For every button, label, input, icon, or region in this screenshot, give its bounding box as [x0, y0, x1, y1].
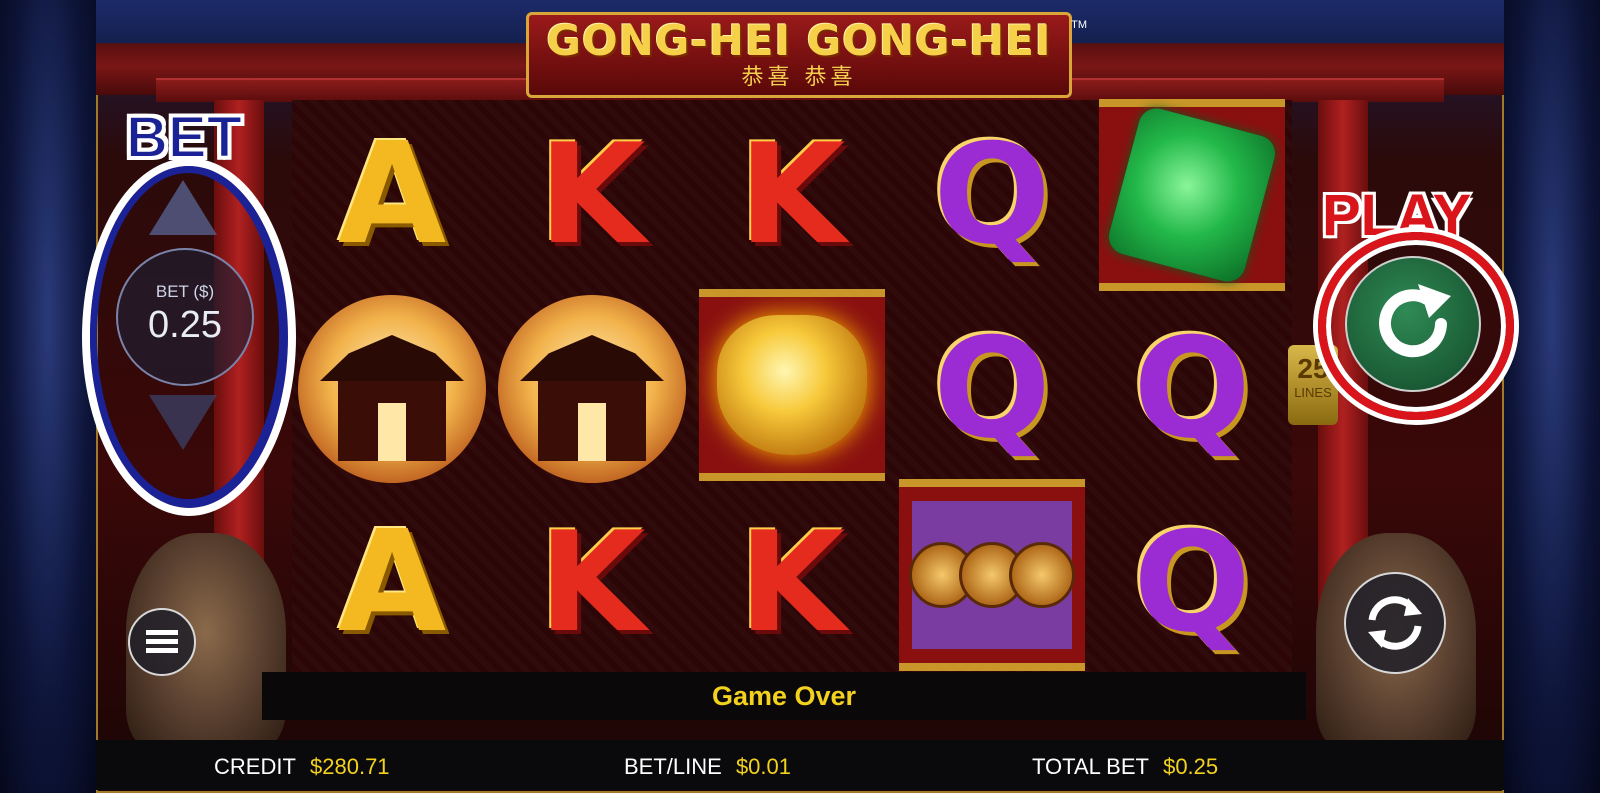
reel-4-symbol-1: Q: [892, 100, 1092, 290]
spin-button[interactable]: [1345, 256, 1481, 392]
reel-5-symbol-3: Q: [1092, 488, 1292, 678]
symbol-a: A: [337, 501, 447, 664]
spin-arrow-icon: [1379, 284, 1451, 358]
symbol-k: K: [738, 502, 846, 663]
menu-button[interactable]: [128, 608, 196, 676]
reel-3-symbol-1: K: [692, 100, 892, 290]
symbol-k: K: [538, 502, 646, 663]
totalbet-label: TOTAL BET: [1032, 754, 1149, 779]
autoplay-button[interactable]: [1344, 572, 1446, 674]
reel-1-symbol-3: A: [292, 488, 492, 678]
symbol-jade-frame: [1099, 99, 1285, 291]
symbol-q: Q: [933, 308, 1051, 469]
reel-2-symbol-1: K: [492, 100, 692, 290]
autoplay-icon: [1368, 596, 1422, 650]
logo-trademark: TM: [1071, 19, 1087, 31]
bet-display: BET ($) 0.25: [116, 248, 254, 386]
logo-subtitle: 恭喜 恭喜: [741, 65, 857, 90]
betline-label: BET/LINE: [624, 754, 722, 779]
reel-4-symbol-2: Q: [892, 294, 1092, 484]
reel-4-symbol-3: [892, 479, 1092, 671]
betline-stat: BET/LINE $0.01: [624, 754, 791, 780]
lines-label: LINES: [1294, 385, 1332, 400]
status-bar: CREDIT $280.71 BET/LINE $0.01 TOTAL BET …: [96, 740, 1504, 790]
totalbet-value: $0.25: [1163, 754, 1219, 779]
symbol-q: Q: [933, 114, 1051, 275]
reel-5-symbol-1: [1092, 99, 1292, 291]
credit-value: $280.71: [310, 754, 390, 779]
reel-1-symbol-1: A: [292, 100, 492, 290]
symbol-q: Q: [1133, 502, 1251, 663]
left-background: [0, 0, 96, 793]
credit-label: CREDIT: [214, 754, 296, 779]
bet-decrease-button[interactable]: [149, 395, 217, 450]
betline-value: $0.01: [735, 754, 791, 779]
symbol-k: K: [738, 114, 846, 275]
reel-2-symbol-2: [492, 294, 692, 484]
symbol-coins-frame: [899, 479, 1085, 671]
bet-label: BET ($): [155, 282, 215, 301]
bet-value: 0.25: [148, 304, 222, 346]
reel-3-symbol-2: [692, 289, 892, 481]
reel-1-symbol-2: [292, 294, 492, 484]
symbol-k: K: [538, 114, 646, 275]
reel-grid: A A K K K K Q Q Q Q: [292, 99, 1292, 678]
reel-3-symbol-3: K: [692, 488, 892, 678]
hamburger-icon: [146, 630, 178, 653]
gold-pot-icon: [717, 315, 867, 455]
credit-stat: CREDIT $280.71: [214, 754, 390, 780]
bet-increase-button[interactable]: [149, 180, 217, 235]
symbol-q: Q: [1133, 308, 1251, 469]
symbol-temple: [298, 295, 486, 483]
jade-pendant-icon: [1104, 104, 1280, 286]
logo-title: GONG-HEI GONG-HEI: [546, 16, 1052, 65]
coins-icon: [909, 501, 1075, 649]
symbol-gold-pot-frame: [699, 289, 885, 481]
symbol-a: A: [337, 113, 447, 276]
symbol-temple: [498, 295, 686, 483]
right-background: [1504, 0, 1600, 793]
totalbet-stat: TOTAL BET $0.25: [1032, 754, 1218, 780]
reel-5-symbol-2: Q: [1092, 294, 1292, 484]
reel-2-symbol-3: K: [492, 488, 692, 678]
game-message: Game Over: [262, 672, 1306, 720]
game-logo: GONG-HEI GONG-HEI 恭喜 恭喜 TM: [526, 12, 1087, 98]
